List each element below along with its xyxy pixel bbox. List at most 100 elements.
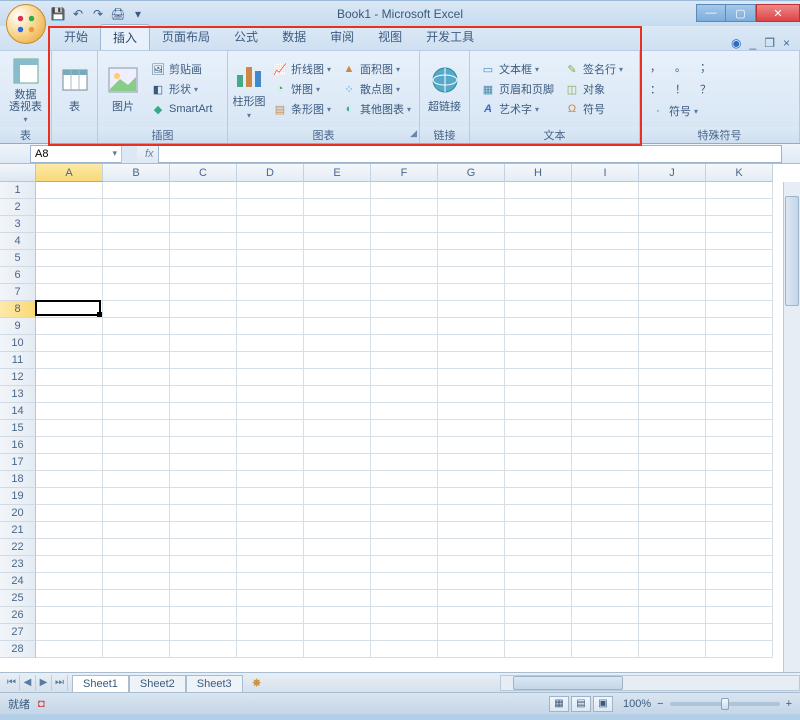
- cell[interactable]: [505, 352, 572, 369]
- cell[interactable]: [304, 505, 371, 522]
- cell[interactable]: [304, 437, 371, 454]
- cell[interactable]: [36, 505, 103, 522]
- cell[interactable]: [304, 403, 371, 420]
- cell[interactable]: [572, 420, 639, 437]
- cell[interactable]: [36, 454, 103, 471]
- namebox-dropdown[interactable]: [121, 145, 137, 163]
- cell[interactable]: [706, 386, 773, 403]
- cell[interactable]: [572, 522, 639, 539]
- cell[interactable]: [237, 318, 304, 335]
- cell[interactable]: [36, 556, 103, 573]
- col-header-K[interactable]: K: [706, 164, 773, 182]
- cell[interactable]: [639, 182, 706, 199]
- formula-input[interactable]: [158, 145, 782, 163]
- cell[interactable]: [170, 573, 237, 590]
- qat-print-icon[interactable]: 🖨: [110, 6, 126, 22]
- cn-semicolon-button[interactable]: ；: [698, 58, 713, 76]
- cell[interactable]: [170, 352, 237, 369]
- row-header-11[interactable]: 11: [0, 352, 36, 369]
- row-header-23[interactable]: 23: [0, 556, 36, 573]
- cell[interactable]: [36, 284, 103, 301]
- cell[interactable]: [639, 539, 706, 556]
- cell[interactable]: [304, 386, 371, 403]
- vertical-scrollbar[interactable]: [783, 182, 800, 672]
- cell[interactable]: [706, 624, 773, 641]
- cell[interactable]: [237, 335, 304, 352]
- cell[interactable]: [36, 573, 103, 590]
- row-header-21[interactable]: 21: [0, 522, 36, 539]
- cell[interactable]: [706, 216, 773, 233]
- cell[interactable]: [438, 556, 505, 573]
- cell[interactable]: [572, 284, 639, 301]
- object-button[interactable]: ◫对象: [562, 80, 625, 98]
- cell[interactable]: [706, 437, 773, 454]
- col-header-F[interactable]: F: [371, 164, 438, 182]
- cell[interactable]: [304, 301, 371, 318]
- cell[interactable]: [706, 505, 773, 522]
- cell[interactable]: [371, 318, 438, 335]
- cell[interactable]: [103, 420, 170, 437]
- cell[interactable]: [237, 250, 304, 267]
- row-header-10[interactable]: 10: [0, 335, 36, 352]
- cell[interactable]: [170, 267, 237, 284]
- cell[interactable]: [706, 182, 773, 199]
- ribbon-tab-1[interactable]: 插入: [100, 24, 150, 50]
- cell[interactable]: [237, 437, 304, 454]
- ribbon-tab-4[interactable]: 数据: [270, 24, 318, 50]
- row-header-24[interactable]: 24: [0, 573, 36, 590]
- cell[interactable]: [371, 641, 438, 658]
- cell[interactable]: [438, 573, 505, 590]
- row-header-22[interactable]: 22: [0, 539, 36, 556]
- cell[interactable]: [36, 624, 103, 641]
- cell[interactable]: [237, 216, 304, 233]
- cell[interactable]: [103, 573, 170, 590]
- row-header-18[interactable]: 18: [0, 471, 36, 488]
- cell[interactable]: [103, 471, 170, 488]
- cell[interactable]: [103, 250, 170, 267]
- cell[interactable]: [505, 437, 572, 454]
- cell[interactable]: [706, 403, 773, 420]
- cell[interactable]: [170, 488, 237, 505]
- row-header-16[interactable]: 16: [0, 437, 36, 454]
- cell[interactable]: [438, 522, 505, 539]
- cell[interactable]: [304, 420, 371, 437]
- cell[interactable]: [170, 335, 237, 352]
- cell[interactable]: [36, 386, 103, 403]
- col-header-G[interactable]: G: [438, 164, 505, 182]
- cell[interactable]: [505, 233, 572, 250]
- cell[interactable]: [505, 403, 572, 420]
- special-symbol-button[interactable]: ·符号▾: [648, 102, 713, 120]
- cell[interactable]: [170, 607, 237, 624]
- cell[interactable]: [639, 488, 706, 505]
- cell[interactable]: [639, 199, 706, 216]
- cell[interactable]: [572, 267, 639, 284]
- bar-chart-button[interactable]: ▤条形图▾: [270, 100, 333, 118]
- cell[interactable]: [36, 233, 103, 250]
- cell[interactable]: [639, 369, 706, 386]
- cell[interactable]: [103, 267, 170, 284]
- cell[interactable]: [639, 505, 706, 522]
- cell[interactable]: [170, 420, 237, 437]
- cell[interactable]: [505, 369, 572, 386]
- cell[interactable]: [371, 437, 438, 454]
- cell[interactable]: [237, 607, 304, 624]
- cell[interactable]: [36, 318, 103, 335]
- cell[interactable]: [639, 403, 706, 420]
- view-pagelayout-icon[interactable]: ▤: [571, 696, 591, 712]
- cell[interactable]: [505, 386, 572, 403]
- cell[interactable]: [371, 471, 438, 488]
- cell[interactable]: [505, 641, 572, 658]
- cell[interactable]: [103, 590, 170, 607]
- column-chart-button[interactable]: 柱形图▾: [232, 53, 266, 125]
- qat-undo-icon[interactable]: ↶: [70, 6, 86, 22]
- cell[interactable]: [170, 556, 237, 573]
- cell[interactable]: [371, 182, 438, 199]
- cell[interactable]: [371, 301, 438, 318]
- cell[interactable]: [237, 420, 304, 437]
- cell[interactable]: [103, 233, 170, 250]
- cell[interactable]: [639, 641, 706, 658]
- col-header-C[interactable]: C: [170, 164, 237, 182]
- cell[interactable]: [572, 556, 639, 573]
- cell[interactable]: [103, 539, 170, 556]
- cn-period-button[interactable]: 。: [673, 58, 688, 76]
